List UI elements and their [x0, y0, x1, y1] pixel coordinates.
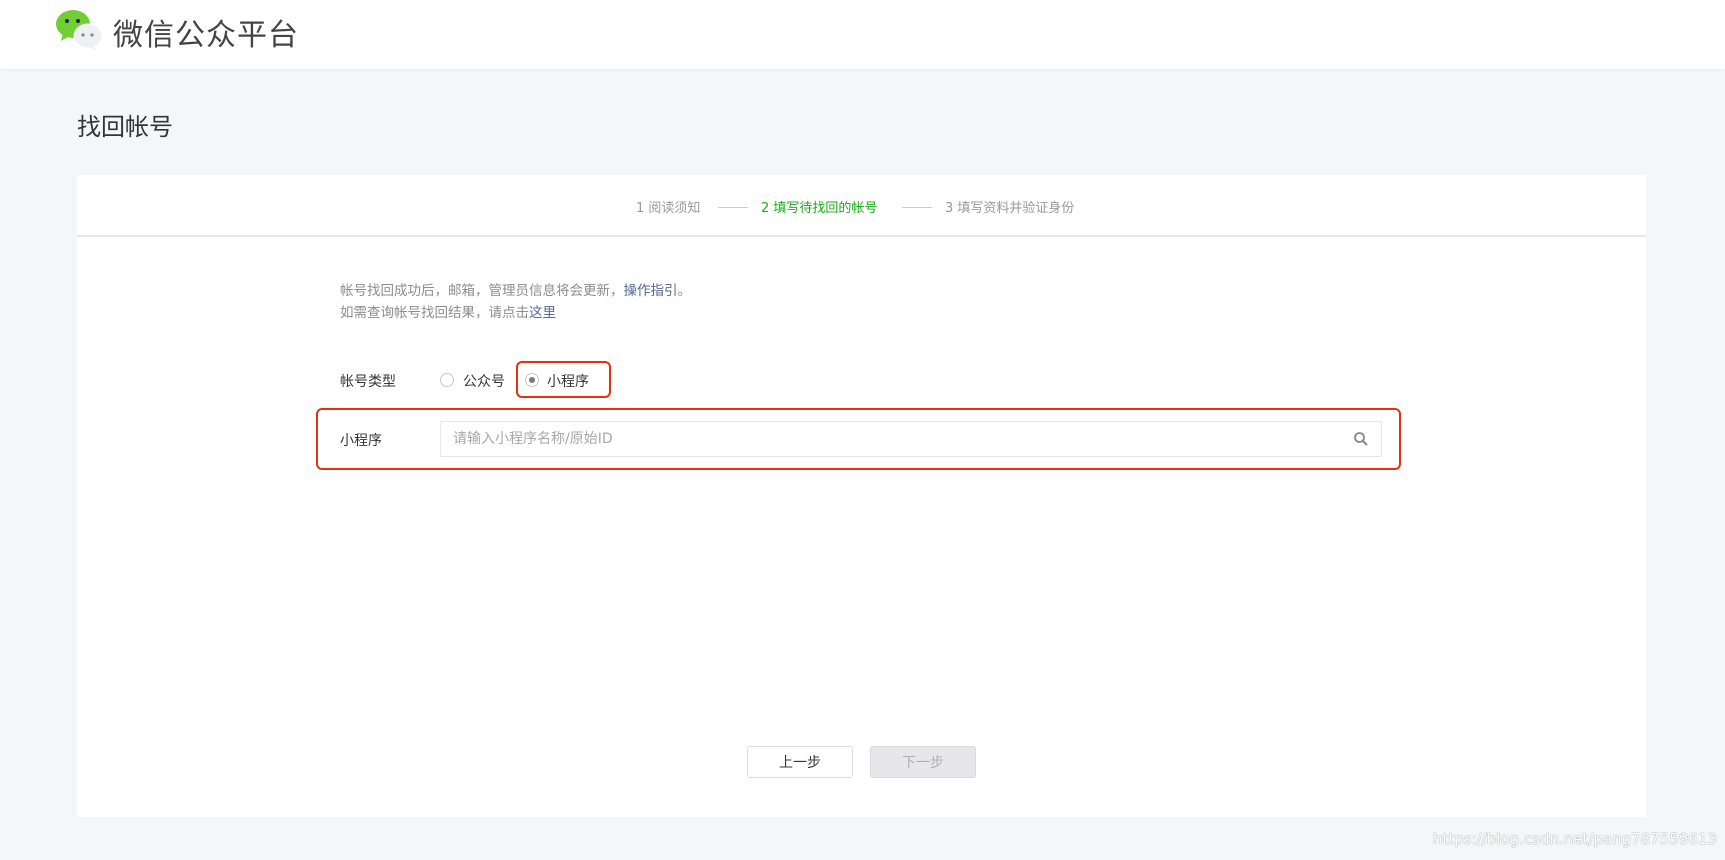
radio-label-mini-program[interactable]: 小程序 [547, 371, 589, 391]
radio-official-account[interactable] [440, 373, 454, 387]
wechat-logo-icon [56, 10, 103, 51]
radio-mini-program[interactable] [525, 373, 539, 387]
search-icon[interactable] [1353, 431, 1369, 447]
mini-program-search-input[interactable] [440, 421, 1382, 457]
next-step-button[interactable]: 下一步 [870, 746, 976, 778]
step-1: 1 阅读须知 [636, 201, 701, 216]
notice-text: 帐号找回成功后，邮箱，管理员信息将会更新， [340, 283, 624, 299]
step-2-active: 2 填写待找回的帐号 [761, 201, 878, 216]
mini-program-label: 小程序 [340, 433, 382, 449]
notice-line-2: 如需查询帐号找回结果，请点击这里 [340, 301, 556, 321]
page-title: 找回帐号 [77, 113, 173, 141]
query-result-link[interactable]: 这里 [529, 305, 556, 321]
guide-link[interactable]: 操作指引 [624, 283, 678, 299]
watermark: https://blog.csdn.net/pang787559613 [1432, 830, 1717, 848]
platform-title: 微信公众平台 [113, 18, 299, 53]
top-header: 微信公众平台 [0, 0, 1725, 69]
account-type-label: 帐号类型 [340, 374, 396, 390]
radio-label-official-account[interactable]: 公众号 [463, 371, 505, 391]
step-divider [718, 207, 748, 208]
notice-text-end: 。 [677, 283, 692, 299]
main-card [77, 175, 1646, 817]
notice-text: 如需查询帐号找回结果，请点击 [340, 305, 529, 321]
step-3: 3 填写资料并验证身份 [945, 201, 1075, 216]
step-divider [902, 207, 932, 208]
prev-step-button[interactable]: 上一步 [747, 746, 853, 778]
notice-line-1: 帐号找回成功后，邮箱，管理员信息将会更新，操作指引。 [340, 279, 691, 299]
